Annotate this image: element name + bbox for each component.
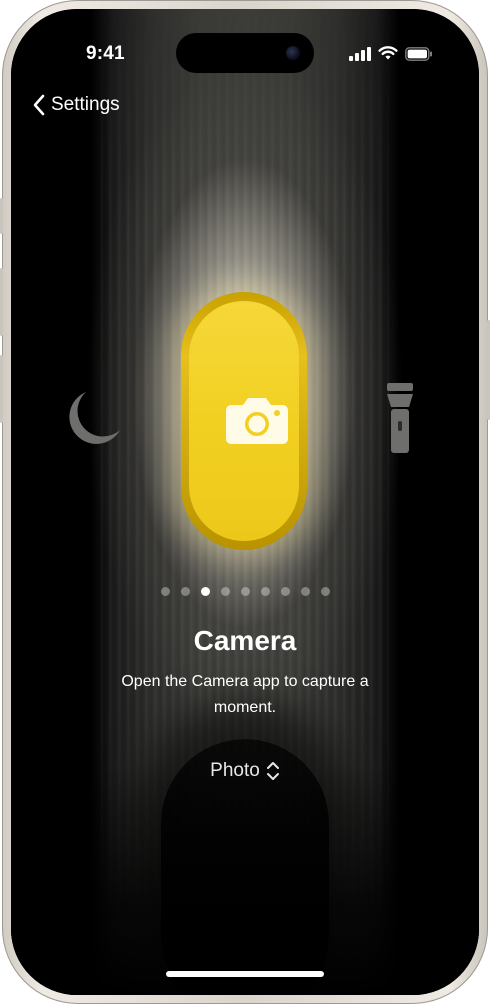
home-indicator[interactable]	[166, 971, 324, 977]
wifi-icon	[378, 46, 398, 60]
chevron-up-down-icon	[266, 762, 279, 780]
action-button-fill	[189, 301, 299, 541]
camera-icon	[226, 398, 288, 444]
page-dot[interactable]	[220, 587, 230, 596]
bottom-fade	[11, 765, 479, 995]
option-value: Photo	[210, 760, 260, 781]
page-dot[interactable]	[240, 587, 250, 596]
option-selector[interactable]: Photo	[11, 760, 479, 782]
moon-icon[interactable]	[56, 386, 122, 452]
phone-screen: 9:41 Settings Camera Open the Camera app…	[11, 9, 479, 995]
page-dot[interactable]	[180, 587, 190, 596]
volume-down-button	[0, 355, 3, 423]
cellular-signal-icon	[349, 46, 371, 61]
page-dot[interactable]	[300, 587, 310, 596]
page-dot[interactable]	[160, 587, 170, 596]
page-dot[interactable]	[260, 587, 270, 596]
page-dot[interactable]	[320, 587, 330, 596]
status-bar: 9:41	[11, 43, 479, 67]
action-side-button	[0, 198, 3, 234]
status-icons	[349, 46, 433, 61]
action-description: Open the Camera app to capture a moment.	[121, 673, 369, 716]
action-button-preview[interactable]	[181, 292, 307, 550]
page-dot-active[interactable]	[200, 587, 210, 596]
back-button-label: Settings	[51, 94, 120, 115]
status-time: 9:41	[86, 43, 125, 64]
volume-up-button	[0, 268, 3, 336]
back-button[interactable]: Settings	[33, 94, 120, 116]
action-title: Camera	[193, 625, 297, 656]
page-dot[interactable]	[280, 587, 290, 596]
flashlight-icon[interactable]	[386, 383, 414, 453]
chevron-left-icon	[33, 94, 45, 116]
page-indicator[interactable]	[11, 587, 479, 596]
battery-icon	[405, 46, 432, 61]
